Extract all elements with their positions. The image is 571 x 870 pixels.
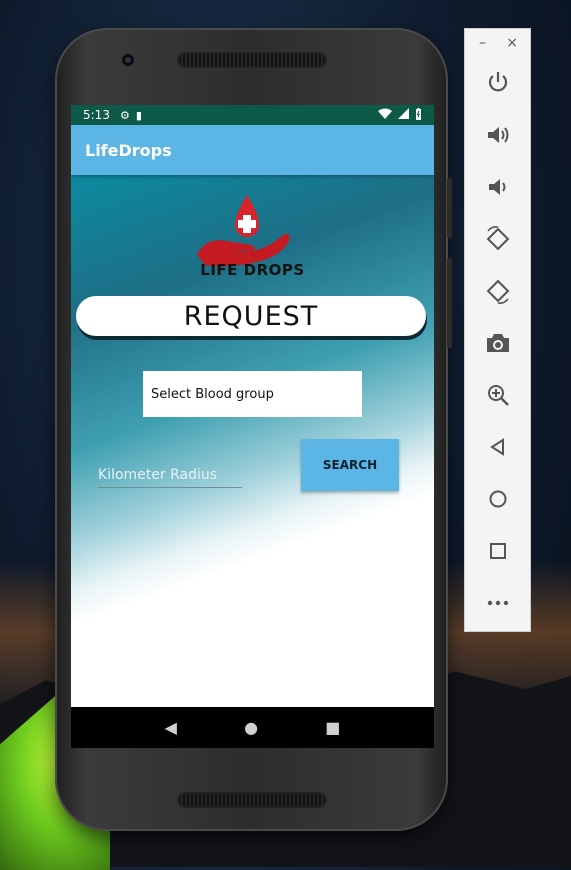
- overview-button[interactable]: [465, 536, 530, 566]
- blood-group-select[interactable]: Select Blood group: [143, 371, 362, 417]
- app-bar: LifeDrops: [71, 125, 434, 175]
- front-camera: [122, 54, 134, 66]
- bottom-speaker: [179, 794, 325, 806]
- signal-icon: [398, 108, 409, 122]
- battery-icon: [415, 107, 422, 123]
- screenshot-button[interactable]: [465, 328, 530, 358]
- home-nav-button[interactable]: ●: [244, 718, 258, 737]
- sd-card-icon: ▮: [135, 108, 142, 122]
- recents-nav-button[interactable]: ■: [325, 718, 340, 737]
- minimize-button[interactable]: –: [479, 35, 486, 51]
- status-bar: 5:13 ⚙ ▮: [71, 105, 434, 125]
- emulator-toolbar: – ×: [464, 28, 531, 632]
- back-button[interactable]: [465, 432, 530, 462]
- radius-field[interactable]: [98, 458, 242, 488]
- device-screen: 5:13 ⚙ ▮ LifeDrops LIFE DROPS REQUEST Se…: [71, 105, 434, 748]
- overview-icon: [489, 543, 506, 559]
- close-button[interactable]: ×: [506, 35, 518, 51]
- rotate-left-icon: [486, 226, 509, 251]
- home-button[interactable]: [465, 484, 530, 514]
- volume-up-button[interactable]: [465, 120, 530, 150]
- more-icon: [487, 600, 508, 606]
- app-title: LifeDrops: [85, 140, 172, 160]
- zoom-icon: [487, 385, 509, 406]
- blood-group-select-value: Select Blood group: [151, 386, 274, 402]
- logo-text: LIFE DROPS: [200, 261, 305, 279]
- back-nav-button[interactable]: ◀: [165, 718, 177, 737]
- more-button[interactable]: [465, 588, 530, 618]
- back-icon: [489, 438, 504, 456]
- home-icon: [489, 490, 506, 508]
- side-button: [447, 258, 452, 348]
- volume-down-icon: [488, 179, 505, 195]
- top-speaker: [179, 54, 325, 66]
- rotate-right-icon: [486, 279, 509, 304]
- status-time: 5:13: [83, 108, 110, 122]
- settings-icon: ⚙: [119, 108, 130, 122]
- navigation-bar: ◀ ● ■: [71, 707, 434, 748]
- side-button: [447, 178, 452, 238]
- request-banner: REQUEST: [76, 296, 426, 336]
- volume-down-button[interactable]: [465, 172, 530, 202]
- rotate-left-button[interactable]: [465, 224, 530, 254]
- power-icon: [488, 72, 507, 92]
- zoom-button[interactable]: [465, 380, 530, 410]
- volume-up-icon: [487, 127, 508, 143]
- camera-icon: [486, 334, 509, 352]
- power-button[interactable]: [465, 67, 530, 97]
- wifi-icon: [378, 108, 392, 122]
- rotate-right-button[interactable]: [465, 276, 530, 306]
- request-screen-content: LIFE DROPS REQUEST Select Blood group SE…: [71, 175, 434, 707]
- kilometer-radius-input[interactable]: [98, 467, 242, 483]
- search-button[interactable]: SEARCH: [301, 439, 399, 491]
